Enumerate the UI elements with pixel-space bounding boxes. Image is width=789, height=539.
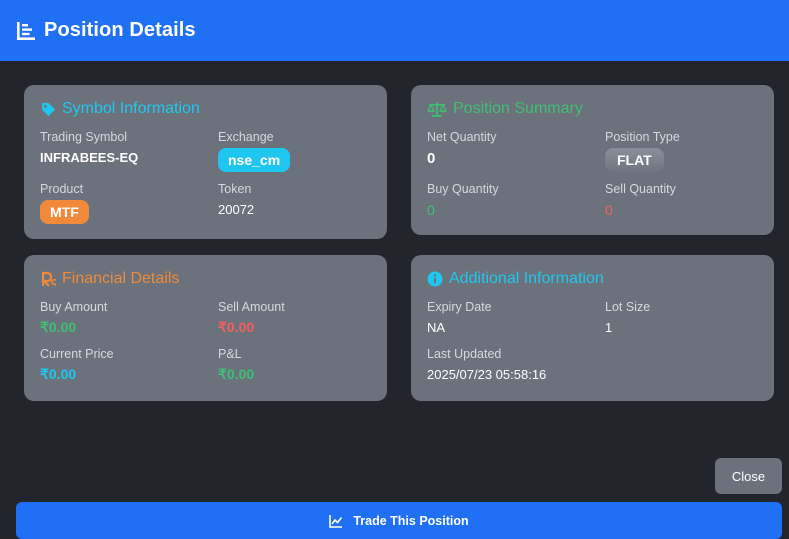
token-value: 20072 — [218, 202, 255, 217]
sell-quantity-field: Sell Quantity 0 — [605, 182, 676, 218]
token-label: Token — [218, 182, 252, 196]
net-quantity-field: Net Quantity 0 — [427, 130, 496, 167]
close-button[interactable]: Close — [715, 458, 782, 494]
exchange-field: Exchange nse_cm — [218, 130, 291, 172]
current-price-value: ₹0.00 — [40, 366, 77, 382]
current-price-label: Current Price — [40, 347, 114, 361]
position-type-badge: FLAT — [605, 148, 664, 172]
position-type-field: Position Type FLAT — [605, 130, 680, 172]
position-summary-card: Position Summary Net Quantity 0 Position… — [411, 85, 774, 235]
sell-quantity-label: Sell Quantity — [605, 182, 676, 196]
exchange-label: Exchange — [218, 130, 274, 144]
trading-symbol-field: Trading Symbol INFRABEES-EQ — [40, 130, 138, 165]
expiry-date-field: Expiry Date NA — [427, 300, 492, 335]
additional-information-card: Additional Information Expiry Date NA Lo… — [411, 255, 774, 401]
pnl-label: P&L — [218, 347, 242, 361]
tag-icon — [40, 101, 56, 117]
last-updated-field: Last Updated 2025/07/23 05:58:16 — [427, 347, 546, 382]
symbol-information-title: Symbol Information — [40, 100, 200, 118]
last-updated-value: 2025/07/23 05:58:16 — [427, 367, 547, 382]
financial-details-card: Financial Details Buy Amount ₹0.00 Sell … — [24, 255, 387, 401]
card-title-text: Financial Details — [62, 270, 180, 287]
expiry-date-value: NA — [427, 320, 446, 335]
exchange-badge: nse_cm — [218, 148, 291, 172]
product-badge: MTF — [40, 200, 89, 224]
financial-details-title: Financial Details — [40, 270, 179, 288]
lot-size-value: 1 — [605, 320, 613, 335]
token-field: Token 20072 — [218, 182, 254, 217]
balance-scale-icon — [427, 101, 447, 117]
pnl-field: P&L ₹0.00 — [218, 347, 254, 383]
modal-header: Position Details — [0, 0, 789, 61]
card-title-text: Additional Information — [449, 270, 604, 287]
buy-quantity-field: Buy Quantity 0 — [427, 182, 499, 218]
position-summary-title: Position Summary — [427, 100, 583, 118]
lot-size-label: Lot Size — [605, 300, 651, 314]
sell-amount-value: ₹0.00 — [218, 319, 255, 335]
rupee-icon — [40, 271, 56, 287]
net-quantity-label: Net Quantity — [427, 130, 497, 144]
buy-quantity-label: Buy Quantity — [427, 182, 499, 196]
net-quantity-value: 0 — [427, 150, 436, 167]
last-updated-label: Last Updated — [427, 347, 502, 361]
line-chart-icon — [329, 514, 343, 528]
sell-amount-label: Sell Amount — [218, 300, 285, 314]
trading-symbol-value: INFRABEES-EQ — [40, 150, 139, 165]
trading-symbol-label: Trading Symbol — [40, 130, 128, 144]
pnl-value: ₹0.00 — [218, 366, 255, 382]
sell-quantity-value: 0 — [605, 202, 613, 218]
buy-amount-label: Buy Amount — [40, 300, 108, 314]
additional-information-title: Additional Information — [427, 270, 604, 288]
position-type-label: Position Type — [605, 130, 680, 144]
card-title-text: Symbol Information — [62, 100, 200, 117]
product-field: Product MTF — [40, 182, 89, 224]
expiry-date-label: Expiry Date — [427, 300, 492, 314]
buy-amount-value: ₹0.00 — [40, 319, 77, 335]
trade-this-position-button[interactable]: Trade This Position — [16, 502, 782, 539]
trade-button-label: Trade This Position — [353, 513, 469, 528]
buy-quantity-value: 0 — [427, 202, 435, 218]
card-title-text: Position Summary — [453, 100, 583, 117]
symbol-information-card: Symbol Information Trading Symbol INFRAB… — [24, 85, 387, 239]
sell-amount-field: Sell Amount ₹0.00 — [218, 300, 285, 336]
current-price-field: Current Price ₹0.00 — [40, 347, 114, 383]
modal-title: Position Details — [44, 19, 196, 41]
product-label: Product — [40, 182, 84, 196]
buy-amount-field: Buy Amount ₹0.00 — [40, 300, 107, 336]
lot-size-field: Lot Size 1 — [605, 300, 650, 335]
info-circle-icon — [427, 271, 443, 287]
list-chart-icon — [16, 21, 36, 41]
